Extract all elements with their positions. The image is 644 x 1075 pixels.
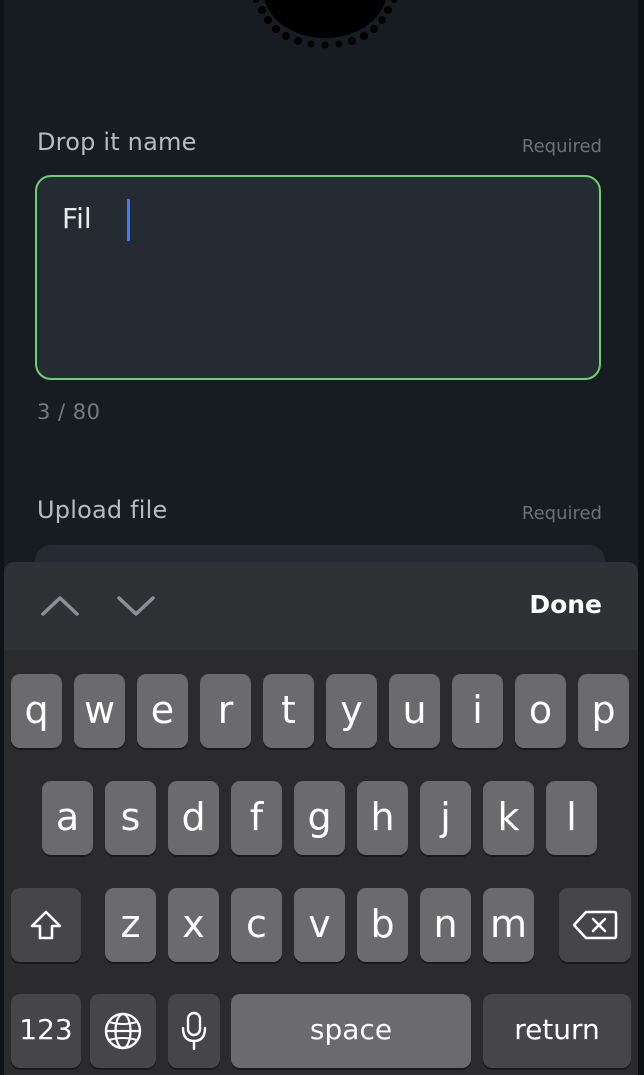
- key-w[interactable]: w: [74, 674, 125, 748]
- key-n[interactable]: n: [420, 888, 471, 962]
- backspace-icon: [572, 910, 618, 940]
- key-r[interactable]: r: [200, 674, 251, 748]
- key-o[interactable]: o: [515, 674, 566, 748]
- key-x[interactable]: x: [168, 888, 219, 962]
- key-b[interactable]: b: [357, 888, 408, 962]
- chevron-up-icon: [41, 596, 79, 616]
- decorative-dots-graphic: [253, 0, 397, 49]
- microphone-key[interactable]: [168, 994, 220, 1068]
- previous-field-button[interactable]: [38, 586, 82, 626]
- key-z[interactable]: z: [105, 888, 156, 962]
- key-m[interactable]: m: [483, 888, 534, 962]
- keyboard-accessory-bar: Done: [4, 562, 638, 650]
- backspace-key[interactable]: [559, 888, 631, 962]
- key-c[interactable]: c: [231, 888, 282, 962]
- app-screen: Drop it name Required Fil 3 / 80 Upload …: [0, 0, 644, 1075]
- key-d[interactable]: d: [168, 781, 219, 855]
- upload-field-label: Upload file: [37, 496, 168, 524]
- character-counter: 3 / 80: [37, 400, 101, 424]
- numbers-key[interactable]: 123: [11, 994, 81, 1068]
- key-f[interactable]: f: [231, 781, 282, 855]
- key-g[interactable]: g: [294, 781, 345, 855]
- next-field-button[interactable]: [114, 586, 158, 626]
- key-u[interactable]: u: [389, 674, 440, 748]
- key-s[interactable]: s: [105, 781, 156, 855]
- key-v[interactable]: v: [294, 888, 345, 962]
- microphone-icon: [181, 1011, 207, 1051]
- space-key[interactable]: space: [231, 994, 471, 1068]
- key-j[interactable]: j: [420, 781, 471, 855]
- key-k[interactable]: k: [483, 781, 534, 855]
- key-l[interactable]: l: [546, 781, 597, 855]
- key-q[interactable]: q: [11, 674, 62, 748]
- on-screen-keyboard: q w e r t y u i o p a s d f g h j k l z …: [4, 650, 638, 1075]
- upload-required-label: Required: [521, 503, 602, 524]
- name-field-label: Drop it name: [37, 128, 197, 156]
- name-required-label: Required: [521, 136, 602, 157]
- name-input-value: Fil: [62, 202, 92, 235]
- globe-key[interactable]: [90, 994, 156, 1068]
- key-y[interactable]: y: [326, 674, 377, 748]
- key-p[interactable]: p: [578, 674, 629, 748]
- key-t[interactable]: t: [263, 674, 314, 748]
- key-a[interactable]: a: [42, 781, 93, 855]
- done-button[interactable]: Done: [529, 590, 602, 619]
- key-i[interactable]: i: [452, 674, 503, 748]
- screen-right-edge: [638, 0, 644, 1075]
- shift-key[interactable]: [11, 888, 81, 962]
- key-e[interactable]: e: [137, 674, 188, 748]
- text-caret: [127, 199, 130, 241]
- name-input[interactable]: Fil: [35, 175, 601, 380]
- key-h[interactable]: h: [357, 781, 408, 855]
- return-key[interactable]: return: [483, 994, 631, 1068]
- globe-icon: [104, 1012, 142, 1050]
- shift-icon: [30, 910, 62, 940]
- chevron-down-icon: [117, 596, 155, 616]
